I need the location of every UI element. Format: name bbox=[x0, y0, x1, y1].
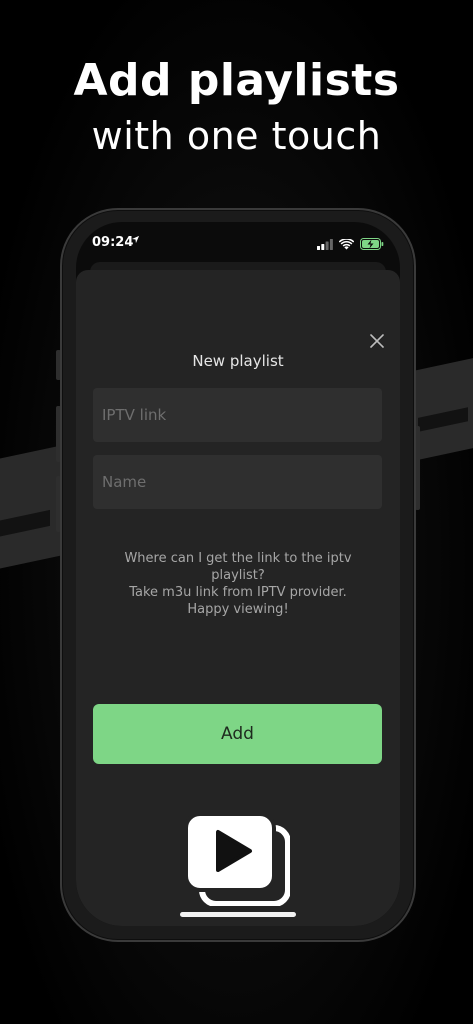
location-arrow-icon bbox=[131, 234, 140, 247]
status-time: 09:24 bbox=[92, 235, 134, 250]
battery-charging-icon bbox=[360, 235, 384, 254]
headline-line-1: Add playlists bbox=[73, 55, 400, 106]
close-button[interactable] bbox=[366, 330, 388, 352]
sheet-title: New playlist bbox=[192, 352, 284, 370]
iptv-link-input[interactable] bbox=[93, 388, 382, 442]
close-icon bbox=[370, 334, 384, 348]
home-indicator[interactable] bbox=[180, 912, 296, 917]
help-line-2: Take m3u link from IPTV provider. bbox=[129, 585, 347, 600]
help-text: Where can I get the link to the iptv pla… bbox=[106, 550, 370, 618]
headline-line-2: with one touch bbox=[91, 114, 382, 158]
status-icons bbox=[317, 235, 384, 254]
app-store-screenshot: Add playlists with one touch 09:24 New p… bbox=[0, 0, 473, 1024]
stacked-play-icon bbox=[184, 812, 291, 907]
add-button[interactable]: Add bbox=[93, 704, 382, 764]
wifi-icon bbox=[338, 235, 355, 254]
help-line-1: Where can I get the link to the iptv pla… bbox=[124, 551, 352, 583]
headline: Add playlists with one touch bbox=[0, 52, 473, 162]
phone-screen: 09:24 New playlist IPTV link Name Where … bbox=[76, 222, 400, 926]
help-line-3: Happy viewing! bbox=[187, 602, 289, 617]
playlist-name-input[interactable] bbox=[93, 455, 382, 509]
new-playlist-sheet: New playlist Where can I get the link to… bbox=[76, 270, 400, 926]
cellular-signal-icon bbox=[317, 235, 333, 254]
status-bar: 09:24 bbox=[76, 222, 400, 262]
